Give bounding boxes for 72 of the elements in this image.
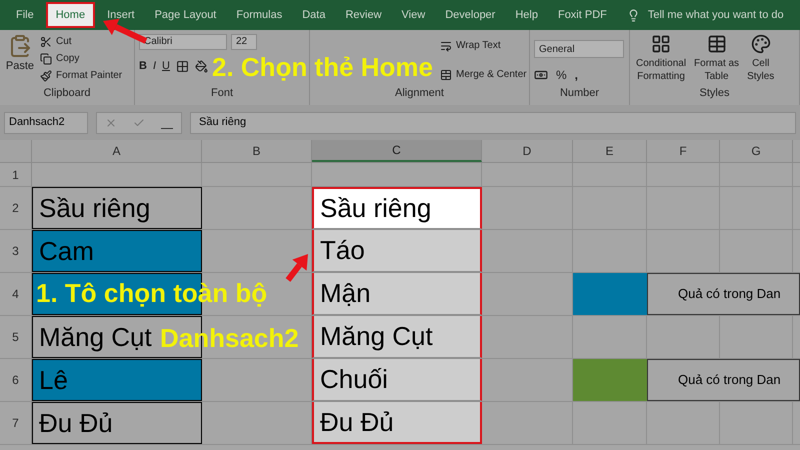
comma-button[interactable]: , (574, 66, 578, 84)
group-label: Number (558, 86, 600, 100)
table-cell: Lê (32, 359, 202, 401)
formula-field[interactable]: Sầu riêng (190, 112, 796, 134)
column-header[interactable]: F (647, 140, 720, 162)
font-size-field[interactable]: 22 (231, 34, 257, 50)
column-header[interactable]: E (573, 140, 647, 162)
ribbon-tab[interactable]: Formulas (228, 2, 290, 28)
paste-button[interactable]: Paste (4, 34, 36, 84)
fill-color-icon[interactable] (194, 60, 208, 73)
row-header[interactable]: 1 (0, 163, 32, 186)
table-cell: Đu Đủ (312, 402, 482, 444)
name-box[interactable]: Danhsach2 (4, 112, 88, 134)
lightbulb-icon (626, 8, 640, 22)
merge-center-button[interactable]: Merge & Center (440, 67, 527, 82)
column-header[interactable]: C (312, 140, 482, 162)
row-header[interactable]: 5 (0, 316, 32, 358)
ribbon-tab[interactable]: Developer (437, 2, 504, 28)
column-header[interactable]: D (482, 140, 573, 162)
copy-icon (40, 52, 52, 64)
ribbon-tab[interactable]: Page Layout (146, 2, 224, 28)
grid-icon (651, 34, 672, 54)
ribbon-tab[interactable]: Insert (99, 2, 143, 28)
group-label: Alignment (394, 86, 445, 100)
tell-me-field[interactable]: Tell me what you want to do (648, 6, 784, 24)
table-icon (706, 34, 727, 54)
callout-text: 2. Chọn thẻ Home (212, 51, 434, 83)
table-cell: Cam (32, 230, 202, 272)
table-cell: Sầu riêng (312, 187, 482, 229)
table-cell: Quả có trong Dan (647, 359, 800, 401)
currency-icon[interactable] (534, 68, 548, 82)
column-header[interactable]: G (720, 140, 793, 162)
table-cell: Chuối (312, 359, 482, 401)
ribbon-tab[interactable]: Data (294, 2, 334, 28)
copy-button[interactable]: Copy (40, 51, 122, 66)
styles-button[interactable]: Conditional Formatting (634, 34, 688, 84)
wrap-text-button[interactable]: Wrap Text (440, 38, 527, 53)
table-cell: Sầu riêng (32, 187, 202, 229)
ribbon-tab[interactable]: View (394, 2, 434, 28)
underline-button[interactable]: U (162, 58, 170, 74)
ribbon-tab[interactable]: Help (507, 2, 546, 28)
styles-button[interactable]: Cell Styles (745, 34, 776, 84)
ribbon-tab[interactable]: Home (46, 2, 96, 28)
row-header[interactable]: 7 (0, 402, 32, 444)
scissors-icon (40, 36, 52, 48)
group-label: Clipboard (42, 86, 92, 100)
group-label: Font (210, 86, 234, 100)
ribbon-tab[interactable]: Foxit PDF (550, 2, 615, 28)
group-label: Styles (698, 86, 730, 100)
percent-button[interactable]: % (556, 66, 567, 84)
table-cell: Táo (312, 230, 482, 272)
arrow (286, 254, 308, 282)
column-header[interactable]: A (32, 140, 202, 162)
table-cell: Quả có trong Dan (647, 273, 800, 315)
table-cell: Mận (312, 273, 482, 315)
borders-icon[interactable] (176, 60, 189, 73)
table-cell: Măng Cụt (312, 316, 482, 358)
clipboard-icon (8, 34, 32, 58)
table-cell: Đu Đủ (32, 402, 202, 444)
wrap-text-icon (440, 40, 452, 52)
format-painter-button[interactable]: Format Painter (40, 68, 122, 83)
merge-cells-icon (440, 68, 452, 80)
paintbrush-icon (40, 70, 52, 82)
bold-button[interactable]: B (139, 58, 147, 74)
palette-icon (750, 34, 771, 54)
ribbon-tab[interactable]: Review (337, 2, 390, 28)
row-header[interactable]: 2 (0, 187, 32, 229)
cut-button[interactable]: Cut (40, 34, 122, 49)
styles-button[interactable]: Format as Table (692, 34, 742, 84)
italic-button[interactable]: I (152, 58, 156, 74)
ribbon-tab[interactable]: File (8, 2, 42, 28)
number-format-field[interactable]: General (534, 40, 624, 58)
